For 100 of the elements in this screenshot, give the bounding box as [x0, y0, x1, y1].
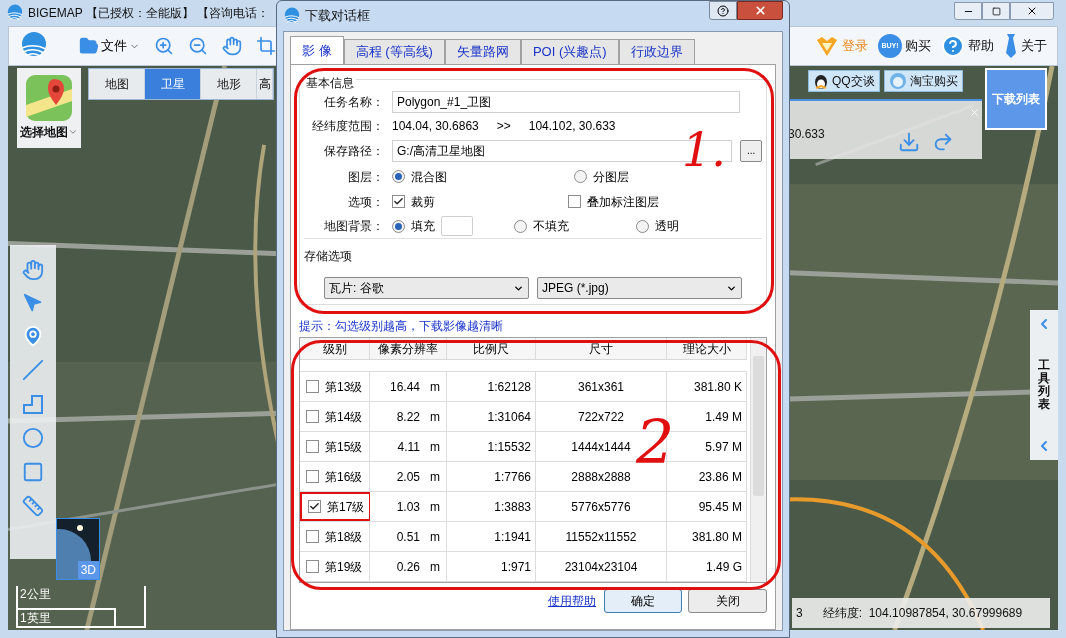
checkbox[interactable]: [306, 410, 319, 423]
level-cell[interactable]: 第15级: [300, 432, 370, 461]
table-cell: 1:971: [447, 552, 536, 581]
browse-button[interactable]: ...: [740, 140, 762, 162]
dialog-tab[interactable]: 矢量路网: [444, 39, 521, 64]
map-selector[interactable]: 选择地图: [17, 68, 81, 148]
table-cell: 2.05 m: [370, 462, 447, 491]
column-header[interactable]: 级别: [300, 338, 370, 359]
level-cell[interactable]: 第13级: [300, 372, 370, 401]
level-cell[interactable]: 第14级: [300, 402, 370, 431]
close-icon: [753, 4, 767, 17]
checkbox[interactable]: [568, 195, 581, 208]
zoom-out-icon[interactable]: [188, 36, 208, 56]
toolbar-button[interactable]: 帮助: [941, 34, 994, 58]
section-legend: 存储选项: [304, 247, 762, 265]
column-header[interactable]: 像素分辨率: [370, 338, 447, 359]
dialog-title: 下载对话框: [305, 7, 370, 26]
line-icon[interactable]: [22, 359, 44, 381]
table-cell: 0.51 m: [370, 522, 447, 551]
popup-text: 30.633: [788, 126, 825, 143]
field-label: 地图背景：: [323, 218, 384, 235]
level-cell[interactable]: 第17级: [300, 492, 370, 521]
hand-icon[interactable]: [22, 259, 44, 281]
arrow-icon[interactable]: [23, 293, 43, 313]
tile-source-dropdown[interactable]: 瓦片: 谷歌: [324, 277, 529, 299]
dialog-tab[interactable]: 高程 (等高线): [343, 39, 445, 64]
table-cell: 0.26 m: [370, 552, 447, 581]
ruler-icon[interactable]: [22, 495, 44, 517]
checkbox[interactable]: [392, 195, 405, 208]
column-header[interactable]: 理论大小: [667, 338, 747, 359]
hand-icon[interactable]: [222, 36, 242, 56]
chat-button[interactable]: 淘宝购买: [883, 70, 963, 92]
color-swatch[interactable]: [441, 216, 473, 236]
help-button[interactable]: [709, 1, 737, 20]
checkbox[interactable]: [306, 440, 319, 453]
map-type-tab[interactable]: 地形: [201, 69, 257, 99]
checkbox[interactable]: [306, 560, 319, 573]
checkbox[interactable]: [306, 470, 319, 483]
table-cell: 1:31064: [447, 402, 536, 431]
level-cell[interactable]: 第16级: [300, 462, 370, 491]
dialog-tab[interactable]: POI (兴趣点): [520, 39, 619, 64]
format-dropdown[interactable]: JPEG (*.jpg): [537, 277, 742, 299]
checkbox[interactable]: [306, 530, 319, 543]
radio-label: 混合图: [411, 168, 447, 186]
polyline-icon[interactable]: [22, 393, 44, 415]
toolbar-button[interactable]: 关于: [1004, 33, 1047, 59]
range-separator: >>: [496, 118, 511, 135]
column-header[interactable]: 比例尺: [447, 338, 536, 359]
close-button[interactable]: [737, 1, 783, 20]
level-cell[interactable]: 第19级: [300, 552, 370, 581]
map-type-tab[interactable]: 卫星: [145, 69, 201, 99]
level-cell[interactable]: 第18级: [300, 522, 370, 551]
dialog-tab[interactable]: 影 像: [290, 36, 344, 64]
tie-icon: [1004, 33, 1018, 59]
radio-button[interactable]: [392, 219, 405, 233]
maximize-icon: [991, 6, 1001, 16]
crop-icon[interactable]: [256, 36, 276, 56]
table-cell: 23.86 M: [667, 462, 747, 491]
folder-icon: [79, 36, 99, 56]
chat-button[interactable]: QQ交谈: [808, 70, 880, 92]
table-cell: 11552x11552: [536, 522, 667, 551]
close-button[interactable]: 关闭: [688, 589, 767, 613]
maximize-button[interactable]: [982, 2, 1010, 20]
radio-button[interactable]: [574, 170, 587, 183]
circle-icon[interactable]: [22, 427, 44, 449]
table-cell: 1:15532: [447, 432, 536, 461]
range-text: 104.102, 30.633: [528, 118, 616, 135]
table-cell: 381.80 K: [667, 372, 747, 401]
share-arrow-icon[interactable]: [932, 131, 954, 153]
radio-label: 透明: [655, 218, 679, 235]
range-text: 104.04, 30.6863: [392, 118, 479, 135]
column-header[interactable]: 尺寸: [536, 338, 667, 359]
radio-button[interactable]: [392, 170, 405, 183]
rectangle-icon[interactable]: [22, 461, 44, 483]
zoom-in-icon[interactable]: [154, 36, 174, 56]
checkbox[interactable]: [308, 500, 321, 513]
table-cell: 361x361: [536, 372, 667, 401]
scrollbar[interactable]: [750, 338, 766, 582]
logo-icon: [6, 4, 24, 22]
field-label: 保存路径：: [323, 143, 384, 160]
minimize-button[interactable]: [954, 2, 982, 20]
tool-list-panel[interactable]: 工具列表: [1030, 310, 1058, 460]
dialog-tab[interactable]: 行政边界: [618, 39, 695, 64]
radio-button[interactable]: [514, 219, 527, 233]
checkbox[interactable]: [306, 380, 319, 393]
table-cell: 16.44 m: [370, 372, 447, 401]
file-menu[interactable]: 文件: [79, 36, 140, 56]
map-app-icon: [26, 75, 72, 121]
table-cell: 1:1941: [447, 522, 536, 551]
table-cell: 1.49 G: [667, 552, 747, 581]
task-name-field[interactable]: Polygon_#1_卫图: [392, 91, 740, 113]
pin-icon[interactable]: [22, 325, 44, 347]
map-type-tab[interactable]: 高: [257, 69, 273, 99]
help-link[interactable]: 使用帮助: [548, 592, 596, 610]
ok-button[interactable]: 确定: [604, 589, 682, 613]
download-icon[interactable]: [898, 131, 920, 153]
radio-label: 填充: [411, 218, 435, 235]
table-cell: 23104x23104: [536, 552, 667, 581]
table-cell: 1:3883: [447, 492, 536, 521]
radio-button[interactable]: [636, 219, 649, 233]
